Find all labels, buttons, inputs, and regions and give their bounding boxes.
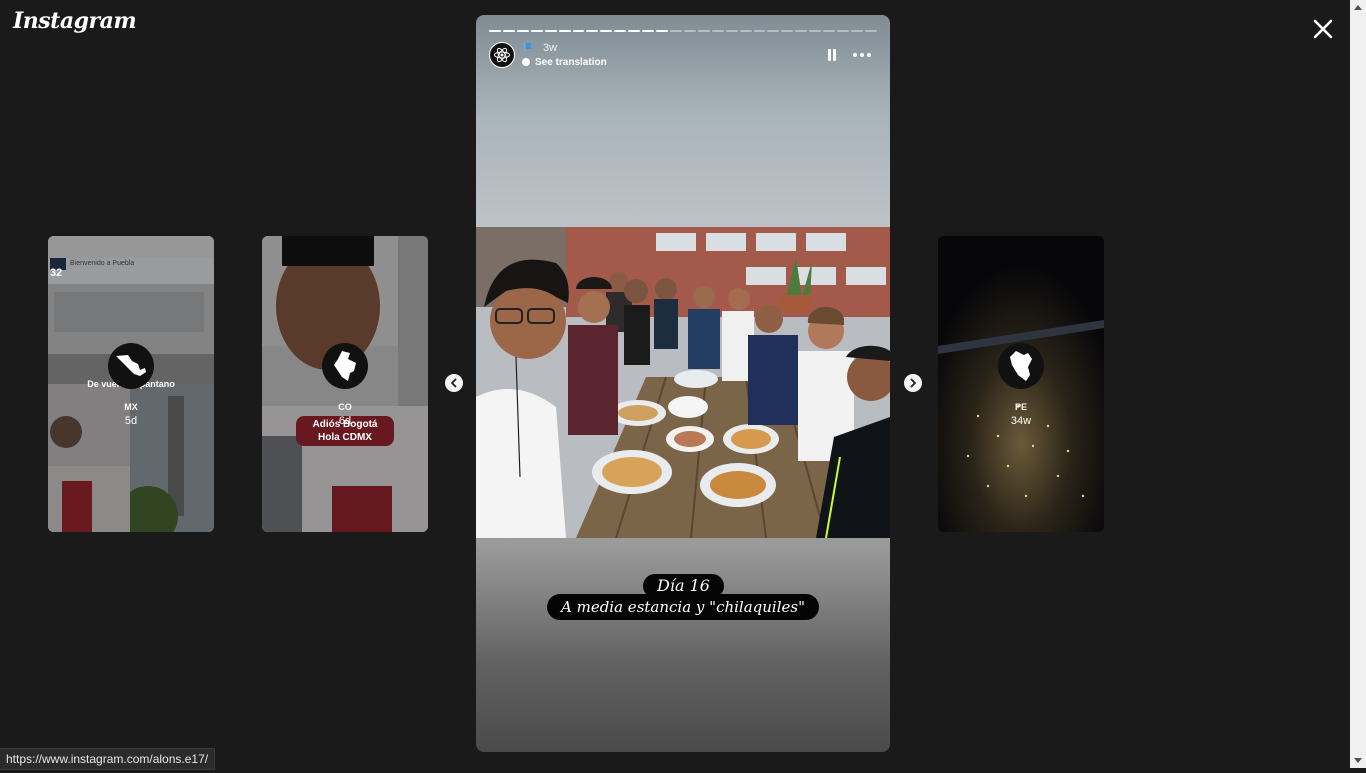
progress-segment (823, 30, 836, 32)
progress-segment (767, 30, 780, 32)
progress-segment (628, 30, 641, 32)
avatar (108, 343, 154, 389)
progress-segment (697, 30, 710, 32)
avatar (998, 343, 1044, 389)
page-scrollbar[interactable] (1350, 0, 1366, 768)
progress-segment (864, 30, 877, 32)
progress-segment (683, 30, 696, 32)
flag-icon (524, 43, 532, 52)
peru-map-icon (1010, 351, 1032, 381)
translation-icon (522, 58, 530, 66)
progress-segment (544, 30, 557, 32)
progress-segment (642, 30, 655, 32)
chevron-right-icon (910, 378, 916, 388)
next-story-button[interactable] (904, 374, 922, 392)
progress-segment (530, 30, 543, 32)
close-button[interactable] (1308, 14, 1338, 44)
preview-sign-number: 32 (50, 267, 63, 279)
preview-age: 34w (1010, 415, 1032, 427)
chevron-left-icon (451, 378, 457, 388)
story-progress-bar (489, 30, 877, 32)
progress-segment (614, 30, 627, 32)
more-options-button[interactable] (852, 48, 872, 62)
story-time-ago: 3w (543, 42, 558, 54)
progress-segment (725, 30, 738, 32)
triangle-up-icon (1354, 5, 1362, 10)
progress-segment (781, 30, 794, 32)
progress-segment (656, 30, 668, 32)
progress-segment (586, 30, 599, 32)
preview-country-code: CO (338, 402, 352, 412)
see-translation-link[interactable]: See translation (535, 57, 607, 68)
status-bar-url: https://www.instagram.com/alons.e17/ (0, 748, 216, 770)
scroll-down-button[interactable] (1350, 752, 1366, 768)
progress-segment (572, 30, 585, 32)
story-preview-pe[interactable]: PE 34w (938, 236, 1104, 532)
avatar (322, 343, 368, 389)
story-preview-co[interactable]: Adiós Bogotá Hola CDMX CO 6d (262, 236, 428, 532)
story-photo (476, 227, 890, 538)
progress-segment (739, 30, 752, 32)
instagram-logo[interactable]: Instagram (13, 8, 137, 34)
progress-segment (516, 30, 529, 32)
story-viewer[interactable]: 3w See translation Día 16 A media estanc… (476, 15, 890, 752)
progress-segment (809, 30, 822, 32)
progress-segment (600, 30, 613, 32)
preview-country-code: MX (124, 402, 138, 412)
more-icon (853, 53, 871, 57)
progress-segment (795, 30, 808, 32)
group-photo (476, 227, 890, 538)
preview-country-code: PE (1014, 402, 1027, 412)
preview-header-text: Bienvenido a Puebla (70, 260, 135, 267)
pause-button[interactable] (826, 48, 838, 62)
progress-segment (837, 30, 849, 32)
story-caption-subtitle: A media estancia y "chilaquiles" (547, 594, 819, 620)
preview-age: 6d (338, 415, 352, 427)
progress-segment (502, 30, 515, 32)
triangle-down-icon (1354, 758, 1362, 763)
previous-story-button[interactable] (445, 374, 463, 392)
atom-icon (494, 47, 510, 63)
progress-segment (558, 30, 571, 32)
progress-segment (669, 30, 682, 32)
mexico-map-icon (116, 355, 146, 376)
story-preview-mx[interactable]: 32 Bienvenido a Puebla De vuelta al pant… (48, 236, 214, 532)
sticker-line-2: Hola CDMX (318, 432, 372, 443)
preview-age: 5d (124, 415, 138, 427)
story-author-avatar[interactable] (489, 42, 515, 68)
scroll-up-button[interactable] (1350, 0, 1366, 16)
progress-segment (489, 30, 501, 32)
pause-icon (828, 49, 836, 61)
progress-segment (753, 30, 766, 32)
colombia-map-icon (334, 351, 356, 381)
progress-segment (711, 30, 724, 32)
close-icon (1313, 19, 1333, 39)
progress-segment (850, 30, 863, 32)
